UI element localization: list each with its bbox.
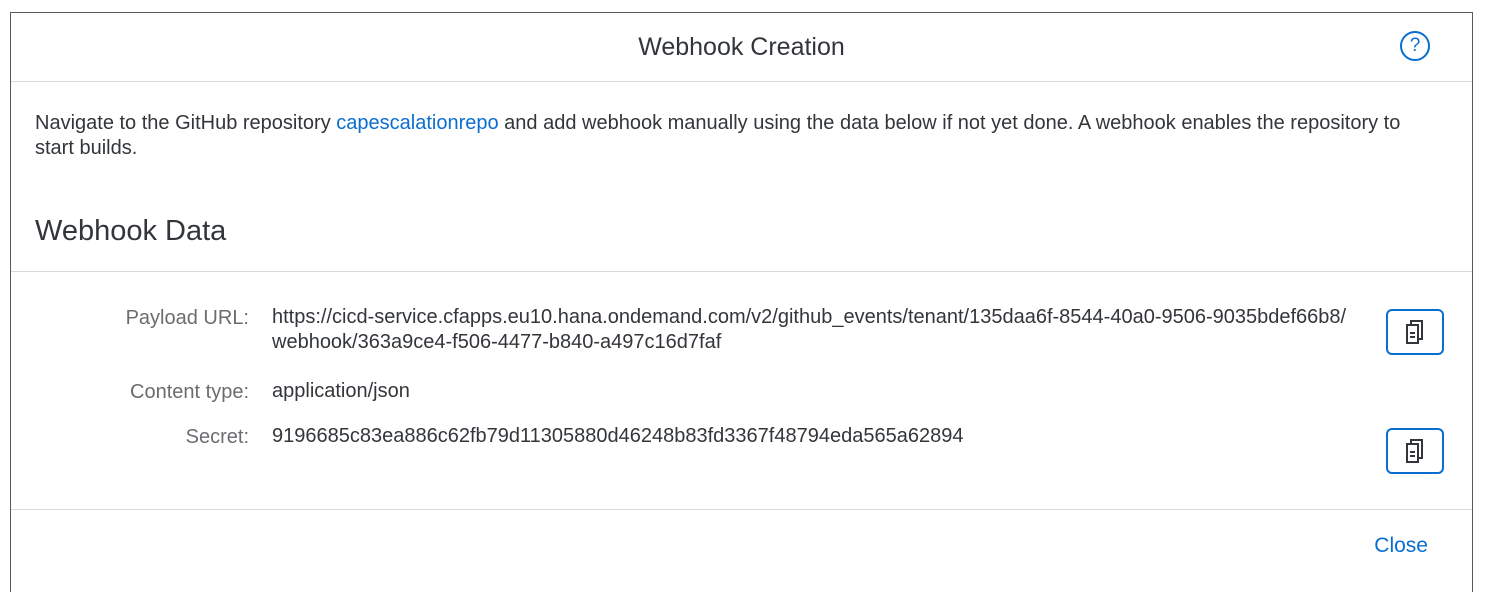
intro-text: Navigate to the GitHub repository capesc… <box>35 111 1435 161</box>
close-button[interactable]: Close <box>1374 534 1428 558</box>
intro-text-before: Navigate to the GitHub repository <box>35 112 337 134</box>
section-divider <box>11 271 1472 272</box>
footer-divider <box>11 509 1472 510</box>
dialog-header: Webhook Creation ? <box>11 13 1472 82</box>
payload-url-label: Payload URL: <box>125 307 249 329</box>
copy-icon <box>1406 320 1423 344</box>
content-type-value: application/json <box>272 380 410 402</box>
copy-icon <box>1406 439 1423 463</box>
webhook-creation-dialog: Webhook Creation ? Navigate to the GitHu… <box>10 12 1473 592</box>
repository-link[interactable]: capescalationrepo <box>336 112 498 134</box>
copy-payload-url-button[interactable] <box>1386 309 1444 355</box>
dialog-title: Webhook Creation <box>638 33 845 61</box>
content-type-label: Content type: <box>130 381 249 403</box>
help-icon[interactable]: ? <box>1400 31 1430 61</box>
section-title: Webhook Data <box>35 215 227 247</box>
payload-url-value: https://cicd-service.cfapps.eu10.hana.on… <box>272 306 1347 353</box>
secret-value: 9196685c83ea886c62fb79d11305880d46248b83… <box>272 425 964 447</box>
copy-secret-button[interactable] <box>1386 428 1444 474</box>
secret-label: Secret: <box>185 426 249 448</box>
